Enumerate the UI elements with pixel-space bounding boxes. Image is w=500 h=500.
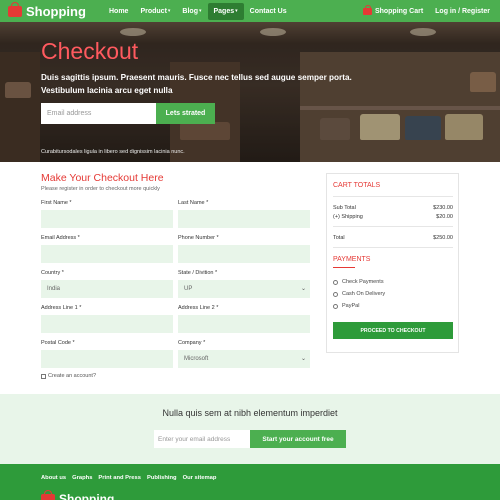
hero-subtitle: Duis sagittis ipsum. Praesent mauris. Fu… [41,73,352,95]
nav-right: Shopping Cart Log in / Register [362,0,490,22]
login-register-link[interactable]: Log in / Register [435,8,490,15]
email-label: Email Address * [41,235,80,241]
cart-totals-title: CART TOTALS [333,182,381,189]
payments-underline [333,267,355,268]
newsletter-email-input[interactable]: Enter your email address [154,430,250,448]
country-select[interactable]: India [41,280,173,298]
address1-label: Address Line 1 * [41,305,82,311]
shopping-bag-icon [41,489,55,500]
footer-links: About us Graphs Print and Press Publishi… [41,475,222,481]
footer-link-sitemap[interactable]: Our sitemap [183,475,217,481]
footer: About us Graphs Print and Press Publishi… [0,464,500,500]
chevron-down-icon: ▾ [198,8,202,14]
first-name-field[interactable] [41,210,173,228]
create-account-row[interactable]: Create an account? [41,373,96,379]
divider [333,196,453,197]
phone-label: Phone Number * [178,235,219,241]
hero-signup-form: Email address Lets strated [41,103,215,124]
create-account-checkbox[interactable] [41,373,46,379]
shipping-row: (+) Shipping $20.00 [333,214,453,220]
nav-links: Home Product ▾ Blog ▾ Pages ▾ Contact Us [103,0,293,22]
first-name-label: First Name * [41,200,72,206]
payment-option-check[interactable]: Check Payments [333,279,384,285]
cart-icon [362,4,372,15]
divider [333,226,453,227]
chevron-down-icon: ▾ [235,8,238,14]
brand-logo[interactable]: Shopping [8,1,103,19]
chevron-down-icon: ▾ [167,8,171,14]
lets-started-button[interactable]: Lets strated [156,103,215,124]
payment-option-paypal[interactable]: PayPal [333,303,359,309]
radio-button[interactable] [333,303,338,309]
start-account-button[interactable]: Start your account free [250,430,346,448]
proceed-to-checkout-button[interactable]: PROCEED TO CHECKOUT [333,322,453,339]
nav-link-pages[interactable]: Pages ▾ [207,2,244,20]
chevron-down-icon: ⌄ [300,356,306,362]
footer-link-about[interactable]: About us [41,475,66,481]
nav-link-contact[interactable]: Contact Us [244,0,293,22]
nav-link-blog[interactable]: Blog ▾ [176,0,207,22]
brand-name: Shopping [26,3,86,19]
total-row: Total $250.00 [333,235,453,241]
radio-button[interactable] [333,291,338,297]
nav-link-product[interactable]: Product ▾ [134,0,176,22]
footer-link-publishing[interactable]: Publishing [147,475,177,481]
hero-email-input[interactable]: Email address [41,103,156,124]
hero-banner: Checkout Duis sagittis ipsum. Praesent m… [0,22,500,162]
email-field[interactable] [41,245,173,263]
payment-option-cod[interactable]: Cash On Delivery [333,291,385,297]
company-select[interactable]: Microsoft ⌄ [178,350,310,368]
footer-brand-logo[interactable]: Shopping [41,489,114,500]
radio-button[interactable] [333,279,338,285]
footer-link-print[interactable]: Print and Press [98,475,141,481]
address1-field[interactable] [41,315,173,333]
cart-totals-panel: CART TOTALS Sub Total $230.00 (+) Shippi… [326,173,459,353]
address2-field[interactable] [178,315,310,333]
checkout-title: Make Your Checkout Here [41,172,164,184]
shopping-cart-link[interactable]: Shopping Cart [362,4,423,15]
country-label: Country * [41,270,64,276]
hero-note: Curabitursodales ligula in libero sed di… [41,149,185,155]
payments-title: PAYMENTS [333,256,371,263]
shopping-bag-icon [8,1,22,17]
last-name-field[interactable] [178,210,310,228]
newsletter-section: Nulla quis sem at nibh elementum imperdi… [0,394,500,464]
chevron-down-icon: ⌄ [300,286,306,292]
newsletter-title: Nulla quis sem at nibh elementum imperdi… [162,408,338,418]
phone-field[interactable] [178,245,310,263]
subtotal-row: Sub Total $230.00 [333,205,453,211]
company-label: Company * [178,340,206,346]
hero-title: Checkout [41,38,139,64]
footer-link-graphs[interactable]: Graphs [72,475,92,481]
address2-label: Address Line 2 * [178,305,219,311]
last-name-label: Last Name * [178,200,209,206]
create-account-label: Create an account? [48,373,97,379]
postal-label: Postal Code * [41,340,75,346]
nav-link-home[interactable]: Home [103,0,134,22]
checkout-subtitle: Please register in order to checkout mor… [41,186,160,192]
state-label: State / Divition * [178,270,218,276]
divider [333,247,453,248]
postal-field[interactable] [41,350,173,368]
state-select[interactable]: UP ⌄ [178,280,310,298]
top-navbar: Shopping Home Product ▾ Blog ▾ Pages ▾ Cont… [0,0,500,22]
